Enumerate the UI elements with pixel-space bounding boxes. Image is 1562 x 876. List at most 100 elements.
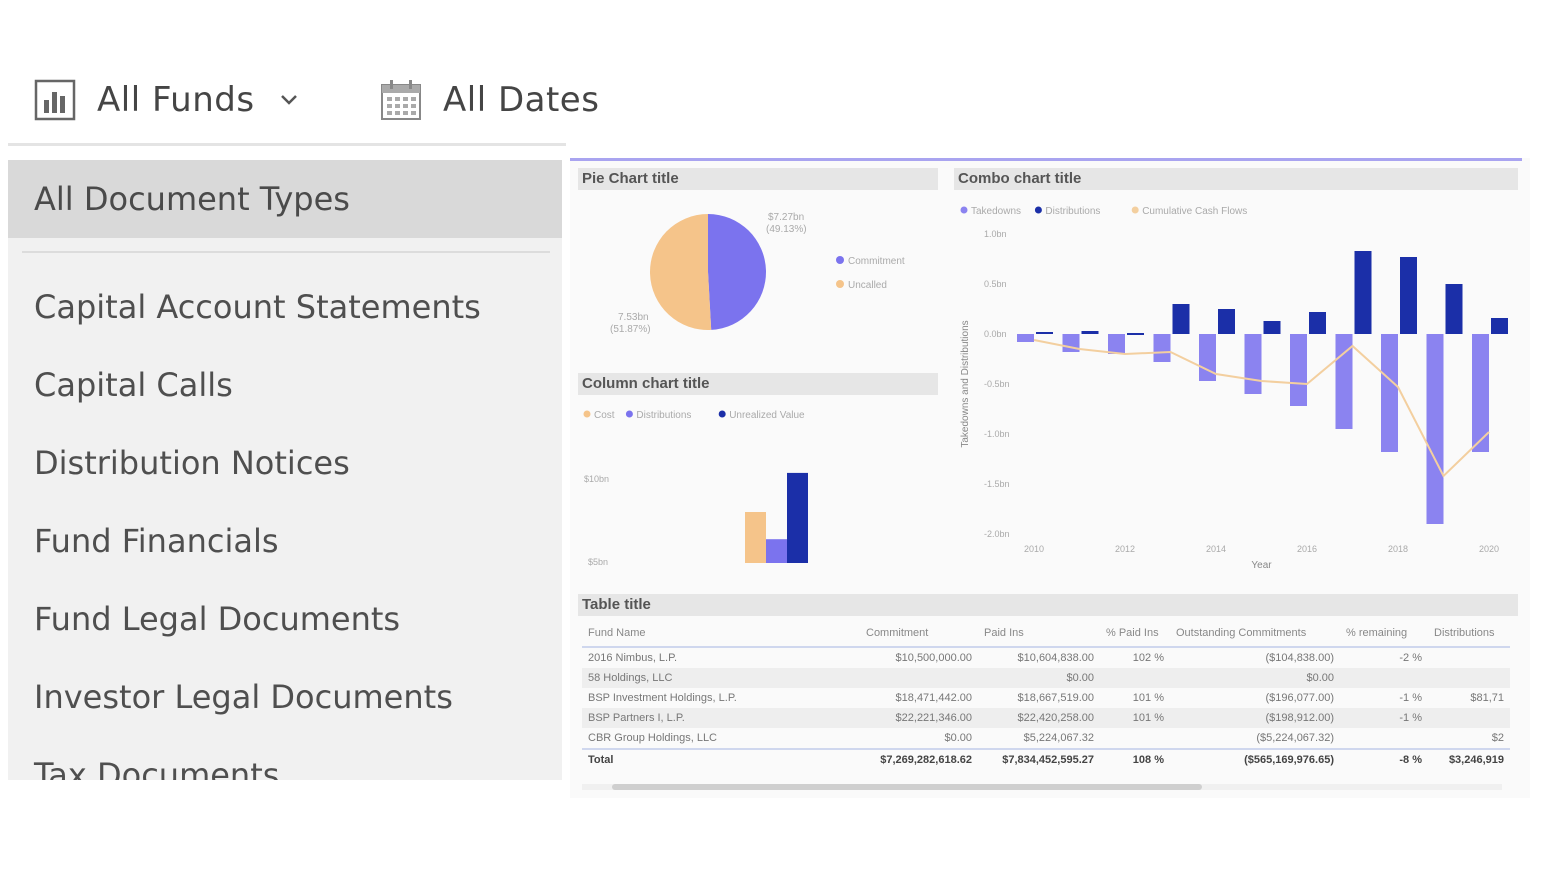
table-row[interactable]: 2016 Nimbus, L.P. $10,500,000.00 $10,604… xyxy=(582,648,1510,668)
column-header-pct-remaining[interactable]: % remaining xyxy=(1340,627,1428,639)
column-header-fund-name[interactable]: Fund Name xyxy=(582,627,860,639)
sidebar-item-capital-account-statements[interactable]: Capital Account Statements xyxy=(8,268,562,346)
combo-bar-distributions xyxy=(1172,304,1190,334)
cell-fund-name: 2016 Nimbus, L.P. xyxy=(588,652,678,664)
pie-chart[interactable]: $7.27bn(49.13%) 7.53bn(51.87%) Commitment U… xyxy=(578,192,940,368)
total-distributions: $3,246,919 xyxy=(1448,754,1504,766)
cell-outstanding: ($104,838.00) xyxy=(1265,652,1335,664)
dates-filter-dropdown[interactable]: All Dates xyxy=(379,78,599,122)
pie-data-label: $7.27bn xyxy=(768,212,804,223)
table-row[interactable]: BSP Investment Holdings, L.P. $18,471,44… xyxy=(582,688,1510,708)
combo-legend-label: Cumulative Cash Flows xyxy=(1142,206,1247,217)
column-bar xyxy=(766,539,787,563)
combo-chart[interactable]: Takedowns Distributions Cumulative Cash Fl… xyxy=(954,192,1520,572)
dates-filter-label: All Dates xyxy=(443,80,600,120)
cell-fund-name: BSP Partners I, L.P. xyxy=(588,712,685,724)
combo-bar-distributions xyxy=(1263,321,1281,334)
cell-fund-name: BSP Investment Holdings, L.P. xyxy=(588,692,737,704)
table-total-row: Total $7,269,282,618.62 $7,834,452,595.2… xyxy=(582,748,1510,770)
column-chart-title: Column chart title xyxy=(578,373,938,395)
table-body: 2016 Nimbus, L.P. $10,500,000.00 $10,604… xyxy=(582,648,1510,748)
pie-legend-label: Commitment xyxy=(848,256,905,267)
table-row[interactable]: BSP Partners I, L.P. $22,221,346.00 $22,… xyxy=(582,708,1510,728)
table-horizontal-scrollbar[interactable] xyxy=(582,784,1502,790)
column-legend-label: Cost xyxy=(594,410,615,421)
table-row[interactable]: 58 Holdings, LLC $0.00 $0.00 xyxy=(582,668,1510,688)
combo-legend-dot xyxy=(1131,206,1139,214)
column-header-paid-ins[interactable]: Paid Ins xyxy=(978,627,1100,639)
sidebar-item-distribution-notices[interactable]: Distribution Notices xyxy=(8,424,562,502)
combo-x-tick: 2020 xyxy=(1479,544,1499,554)
cell-outstanding: ($198,912.00) xyxy=(1265,712,1335,724)
pie-chart-title: Pie Chart title xyxy=(578,168,938,190)
column-header-pct-paid-ins[interactable]: % Paid Ins xyxy=(1100,627,1170,639)
column-y-tick: $5bn xyxy=(588,557,608,567)
cell-fund-name: 58 Holdings, LLC xyxy=(588,672,673,684)
combo-bar-takedowns xyxy=(1153,334,1171,362)
combo-bar-takedowns xyxy=(1199,334,1216,381)
combo-bar-takedowns xyxy=(1290,334,1307,406)
cell-pct-remaining: -1 % xyxy=(1399,692,1422,704)
combo-bar-distributions xyxy=(1445,284,1463,334)
combo-bar-takedowns xyxy=(1017,334,1034,342)
combo-y-tick: 1.0bn xyxy=(984,229,1007,239)
cell-paid-ins: $18,667,519.00 xyxy=(1017,692,1094,704)
combo-y-tick: -2.0bn xyxy=(984,529,1010,539)
sidebar-item-all-document-types[interactable]: All Document Types xyxy=(8,160,562,238)
combo-legend-label: Distributions xyxy=(1045,206,1100,217)
column-chart[interactable]: Cost Distributions Unrealized Value $10bn $5… xyxy=(578,398,940,574)
document-type-sidebar: All Document Types Capital Account State… xyxy=(8,160,562,780)
combo-bar-distributions xyxy=(1309,312,1326,334)
table-header-row: Fund Name Commitment Paid Ins % Paid Ins… xyxy=(582,620,1510,648)
cell-commitment: $0.00 xyxy=(944,732,972,744)
scrollbar-thumb[interactable] xyxy=(612,784,1202,790)
sidebar-item-investor-legal-documents[interactable]: Investor Legal Documents xyxy=(8,658,562,736)
sidebar-item-fund-legal-documents[interactable]: Fund Legal Documents xyxy=(8,580,562,658)
combo-x-tick: 2016 xyxy=(1297,544,1317,554)
sidebar-item-fund-financials[interactable]: Fund Financials xyxy=(8,502,562,580)
combo-bar-distributions xyxy=(1491,318,1508,334)
combo-bar-distributions xyxy=(1036,332,1053,334)
combo-bar-distributions xyxy=(1218,309,1235,334)
sidebar-item-tax-documents[interactable]: Tax Documents xyxy=(8,736,562,780)
chevron-down-icon xyxy=(280,95,297,105)
table-title: Table title xyxy=(578,594,1518,616)
pie-legend-dot xyxy=(836,280,844,288)
pie-data-label-pct: (51.87%) xyxy=(610,324,651,335)
column-legend-dot xyxy=(718,410,726,418)
report-top-accent xyxy=(570,158,1522,161)
total-label: Total xyxy=(588,754,614,766)
pie-slice xyxy=(708,214,766,330)
pie-legend-label: Uncalled xyxy=(848,280,887,291)
combo-x-tick: 2010 xyxy=(1024,544,1044,554)
combo-x-tick: 2018 xyxy=(1388,544,1408,554)
total-pct-paid-ins: 108 % xyxy=(1132,754,1164,766)
pie-data-label: 7.53bn xyxy=(618,312,649,323)
combo-y-tick: 0.0bn xyxy=(984,329,1007,339)
sidebar-divider xyxy=(22,251,550,253)
column-header-commitment[interactable]: Commitment xyxy=(860,627,978,639)
combo-y-tick: 0.5bn xyxy=(984,279,1007,289)
cell-commitment: $18,471,442.00 xyxy=(895,692,972,704)
combo-y-axis-label: Takedowns and Distributions xyxy=(960,320,971,447)
cell-distributions: $81,71 xyxy=(1470,692,1504,704)
combo-bar-takedowns xyxy=(1426,334,1444,524)
column-header-outstanding-commitments[interactable]: Outstanding Commitments xyxy=(1170,627,1340,639)
funds-filter-dropdown[interactable]: All Funds xyxy=(33,78,299,122)
pie-data-label-pct: (49.13%) xyxy=(766,224,807,235)
funds-table: Fund Name Commitment Paid Ins % Paid Ins… xyxy=(582,620,1510,770)
sidebar-item-capital-calls[interactable]: Capital Calls xyxy=(8,346,562,424)
combo-bar-takedowns xyxy=(1108,334,1125,354)
column-bar xyxy=(787,472,808,563)
cell-paid-ins: $0.00 xyxy=(1066,672,1094,684)
column-legend-label: Unrealized Value xyxy=(729,410,805,421)
combo-bar-takedowns xyxy=(1244,334,1262,394)
column-bar xyxy=(745,512,766,563)
combo-bar-distributions xyxy=(1354,251,1372,334)
column-header-distributions[interactable]: Distributions xyxy=(1428,627,1510,639)
pie-legend-dot xyxy=(836,256,844,264)
table-row[interactable]: CBR Group Holdings, LLC $0.00 $5,224,067… xyxy=(582,728,1510,748)
cell-commitment: $10,500,000.00 xyxy=(895,652,972,664)
combo-bar-distributions xyxy=(1081,331,1099,334)
total-pct-remaining: -8 % xyxy=(1399,754,1422,766)
